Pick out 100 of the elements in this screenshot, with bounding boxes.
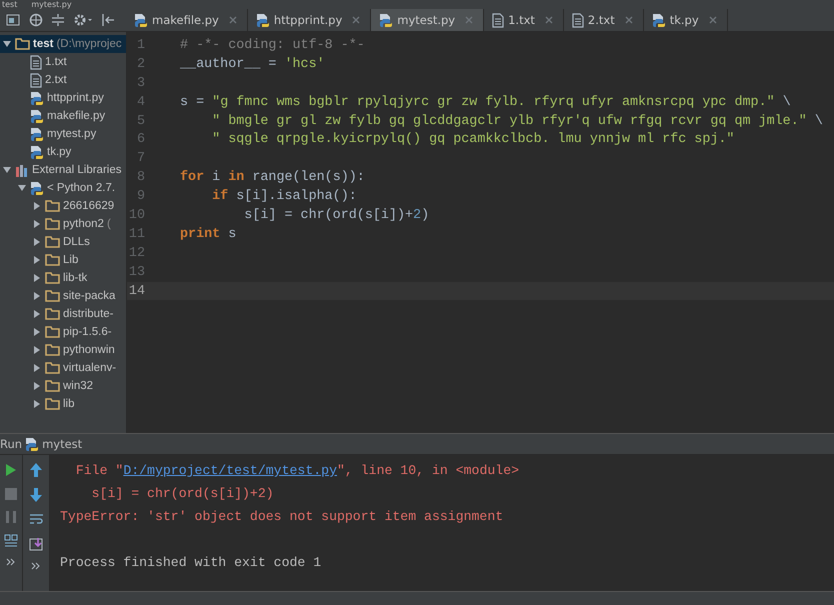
python-file-icon — [30, 180, 44, 196]
editor-tab[interactable]: makefile.py — [126, 9, 248, 31]
more-icon[interactable] — [6, 558, 16, 566]
line-number: 5 — [136, 114, 145, 128]
up-arrow-icon[interactable] — [30, 463, 42, 477]
code-line: " sqgle qrpgle.kyicrpylq() gq pcamkkclbcb. lmu ynnjw ml rfc spj." — [211, 132, 734, 148]
python-file-icon — [30, 126, 44, 142]
editor-tab[interactable]: 2.txt — [564, 9, 644, 31]
line-number: 14 — [128, 284, 145, 299]
python-file-icon — [379, 12, 394, 28]
console-line: s[i] = chr(ord(s[i])+2) — [90, 486, 274, 501]
down-arrow-icon[interactable] — [30, 488, 42, 502]
python-file-icon — [134, 12, 148, 28]
tree-item[interactable]: site-packa — [0, 287, 126, 305]
folder-icon — [45, 290, 60, 302]
folder-icon — [45, 272, 60, 284]
folder-icon — [45, 218, 60, 230]
line-number: 11 — [128, 226, 145, 242]
code-line: " bmgle gr gl zw fylb gq glcddgagclr ylb rfyr'q ufw rfgq rcvr gq qm jmle." \ — [211, 114, 823, 128]
folder-icon — [45, 200, 60, 212]
console-line: File "D:/myproject/test/mytest.py", line 10, in <module> — [74, 463, 520, 478]
console-line: TypeError: 'str' object does not support item assignment — [60, 509, 504, 524]
more-icon[interactable] — [31, 562, 41, 570]
code-line: s[i] = chr(ord(s[i])+2) — [243, 208, 430, 223]
tree-item[interactable]: test (D:\myprojec — [0, 35, 126, 53]
folder-icon — [45, 326, 60, 338]
folder-icon — [45, 344, 60, 356]
tree-item[interactable]: Lib — [0, 251, 126, 269]
scope-icon[interactable] — [6, 14, 21, 26]
folder-icon — [45, 362, 60, 374]
python-file-icon — [30, 108, 44, 124]
tree-item[interactable]: pythonwin — [0, 341, 126, 359]
line-number: 1 — [136, 38, 145, 53]
tree-item[interactable]: tk.py — [0, 143, 126, 161]
line-number: 13 — [128, 264, 145, 280]
python-file-icon — [30, 90, 44, 106]
tree-item[interactable]: distribute- — [0, 305, 126, 323]
target-icon[interactable] — [29, 13, 43, 27]
run-icon[interactable] — [5, 463, 17, 477]
code-line: for i in range(len(s)): — [180, 170, 365, 186]
tree-item[interactable]: lib — [0, 395, 126, 413]
tree-item[interactable]: win32 — [0, 377, 126, 395]
code-line: # -*- coding: utf-8 -*- — [180, 38, 365, 53]
collapse-icon[interactable] — [51, 13, 65, 27]
panel-title: Run — [0, 437, 22, 451]
line-number: 8 — [136, 170, 145, 186]
hide-panel-icon[interactable] — [101, 13, 115, 27]
tree-item[interactable]: mytest.py — [0, 125, 126, 143]
line-number: 4 — [136, 94, 145, 110]
editor-tab[interactable]: tk.py — [644, 9, 728, 31]
tree-item[interactable]: pip-1.5.6- — [0, 323, 126, 341]
console-line: Process finished with exit code 1 — [60, 555, 322, 570]
tree-item[interactable]: virtualenv- — [0, 359, 126, 377]
tree-item[interactable]: External Libraries — [0, 161, 126, 179]
folder-icon — [45, 398, 60, 410]
folder-icon — [45, 308, 60, 320]
tree-item[interactable]: 1.txt — [0, 53, 126, 71]
python-file-icon — [25, 436, 40, 452]
folder-icon — [45, 236, 60, 248]
line-number: 10 — [128, 208, 145, 223]
folder-icon — [45, 254, 60, 266]
expanded-arrow-icon[interactable] — [2, 39, 12, 49]
code-line: if s[i].isalpha(): — [211, 189, 357, 204]
line-number: 12 — [128, 246, 145, 261]
breadcrumb-item[interactable]: mytest.py — [31, 0, 72, 9]
line-number: 7 — [136, 151, 145, 166]
folder-icon — [45, 380, 60, 392]
library-icon — [15, 164, 29, 176]
folder-icon — [15, 38, 30, 50]
text-file-icon — [30, 72, 42, 88]
text-file-icon — [492, 12, 504, 28]
breadcrumb-item[interactable]: test — [2, 0, 18, 9]
python-file-icon — [652, 12, 666, 28]
file-link[interactable]: D:/myproject/test/mytest.py — [123, 463, 337, 478]
tree-item[interactable]: 26616629 — [0, 197, 126, 215]
line-number: 2 — [136, 56, 145, 72]
code-line: __author__ = 'hcs' — [180, 56, 325, 72]
code-line: s = "g fmnc wms bgblr rpylqjyrc gr zw fylb. rfyrq ufyr amknsrcpq ypc dmp." \ — [180, 94, 791, 110]
editor-tab[interactable]: mytest.py — [371, 9, 484, 31]
print-icon[interactable] — [28, 537, 44, 551]
python-file-icon — [30, 144, 44, 160]
text-file-icon — [30, 54, 42, 70]
line-number: 9 — [136, 189, 145, 204]
tree-item[interactable]: makefile.py — [0, 107, 126, 125]
tree-item[interactable]: 2.txt — [0, 71, 126, 89]
line-number: 3 — [136, 76, 145, 91]
settings-icon[interactable] — [73, 13, 93, 27]
tree-item[interactable]: DLLs — [0, 233, 126, 251]
tree-item[interactable]: python2 ( — [0, 215, 126, 233]
python-file-icon — [256, 12, 270, 28]
line-number: 6 — [136, 132, 145, 148]
code-line: print s — [180, 226, 236, 242]
run-configuration[interactable]: mytest — [42, 437, 82, 451]
tree-item[interactable]: httpprint.py — [0, 89, 126, 107]
layout-icon[interactable] — [4, 534, 18, 547]
tree-item[interactable]: lib-tk — [0, 269, 126, 287]
text-file-icon — [572, 12, 584, 28]
soft-wrap-icon[interactable] — [28, 513, 44, 526]
tree-item[interactable]: < Python 2.7. — [0, 179, 126, 197]
editor-tab[interactable]: 1.txt — [484, 9, 564, 31]
